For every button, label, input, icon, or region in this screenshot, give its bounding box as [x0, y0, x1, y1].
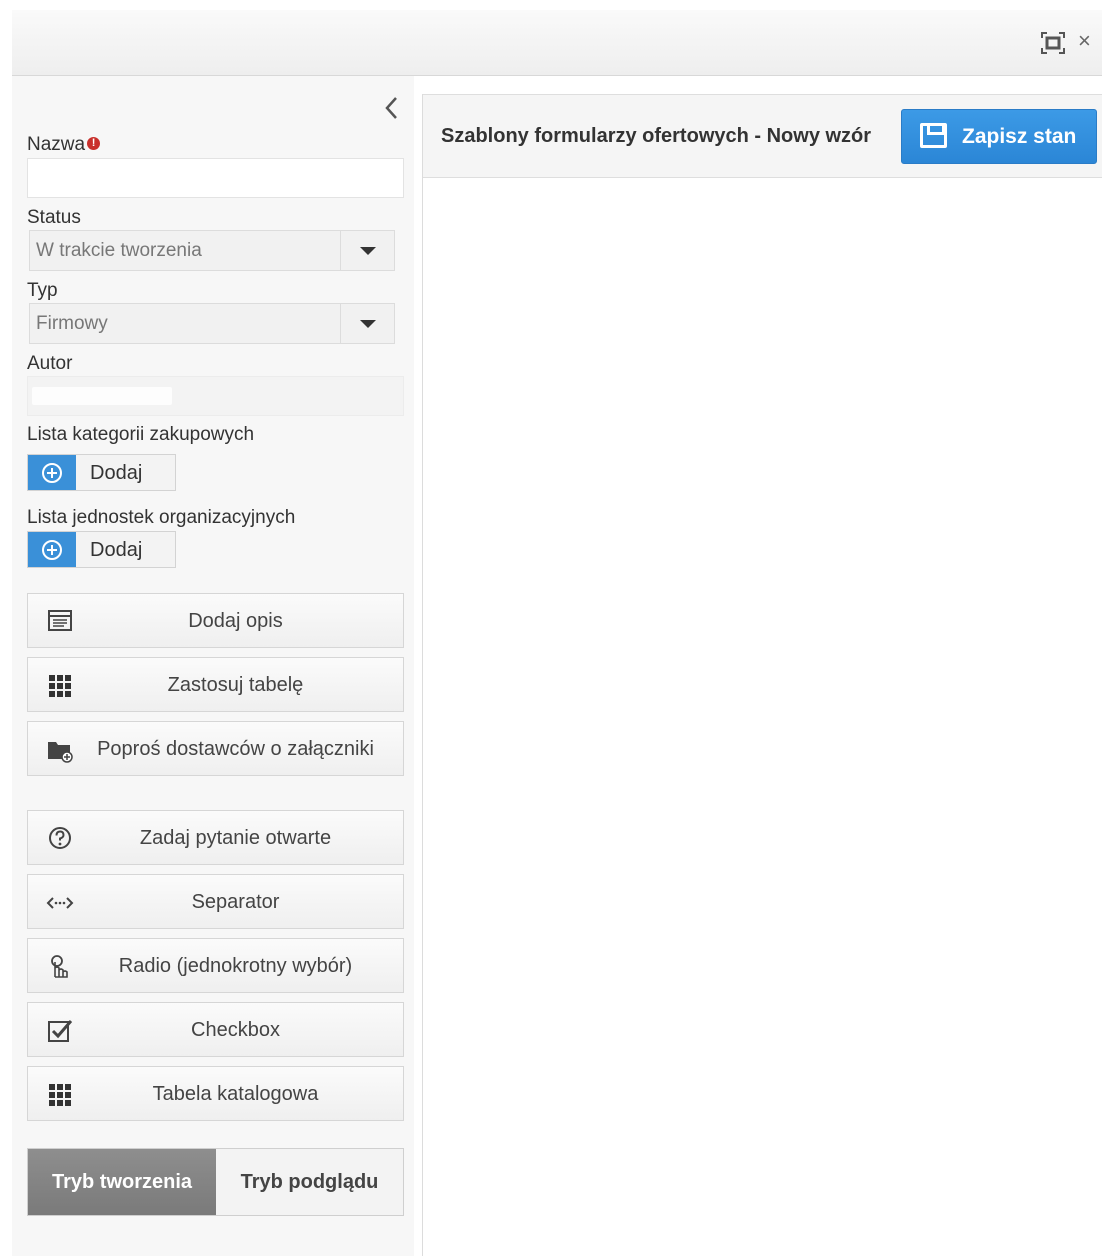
close-icon[interactable]: ×	[1078, 30, 1091, 52]
mode-toggle: Tryb tworzenia Tryb podglądu	[27, 1148, 404, 1216]
radio-button-tool[interactable]: Radio (jednokrotny wybór)	[27, 938, 404, 993]
add-description-label: Dodaj opis	[188, 609, 283, 632]
request-attachments-label: Poproś dostawców o załączniki	[97, 737, 374, 760]
floppy-disk-icon	[920, 123, 947, 148]
chevron-left-icon[interactable]	[380, 94, 404, 122]
save-state-label: Zapisz stan	[962, 125, 1077, 148]
add-category-plus	[28, 455, 76, 490]
separator-icon	[46, 897, 74, 909]
add-description-button[interactable]: Dodaj opis	[27, 593, 404, 648]
type-label: Typ	[27, 280, 58, 301]
add-unit-plus	[28, 532, 76, 567]
preview-mode-button[interactable]: Tryb podglądu	[216, 1149, 403, 1215]
separator-button[interactable]: Separator	[27, 874, 404, 929]
open-question-button[interactable]: Zadaj pytanie otwarte	[27, 810, 404, 865]
caret-down-icon	[360, 320, 376, 328]
maximize-icon[interactable]	[1040, 31, 1066, 55]
categories-label: Lista kategorii zakupowych	[27, 424, 255, 445]
status-select[interactable]: W trakcie tworzenia	[29, 230, 395, 271]
status-label: Status	[27, 207, 81, 228]
name-label: Nazwa!	[27, 134, 101, 156]
plus-circle-icon	[42, 463, 62, 483]
required-icon: !	[87, 137, 101, 150]
open-question-label: Zadaj pytanie otwarte	[139, 826, 332, 849]
apply-table-label: Zastosuj tabelę	[167, 673, 304, 696]
window-titlebar	[12, 10, 1102, 76]
add-category-label: Dodaj	[90, 462, 143, 484]
pointer-icon	[51, 955, 68, 978]
caret-down-icon	[360, 247, 376, 255]
checkbox-tool-label: Checkbox	[191, 1018, 280, 1041]
checkbox-icon	[48, 1020, 73, 1042]
apply-table-button[interactable]: Zastosuj tabelę	[27, 657, 404, 712]
plus-circle-icon	[42, 540, 62, 560]
grid-icon	[49, 1084, 71, 1106]
document-icon	[48, 610, 72, 631]
name-label-text: Nazwa	[27, 134, 86, 155]
status-value: W trakcie tworzenia	[36, 240, 202, 261]
create-mode-button[interactable]: Tryb tworzenia	[28, 1149, 216, 1215]
author-value	[32, 387, 172, 405]
name-input[interactable]	[27, 158, 404, 198]
editor-header: Szablony formularzy ofertowych - Nowy wz…	[423, 94, 1102, 178]
units-label: Lista jednostek organizacyjnych	[27, 507, 296, 528]
add-unit-label: Dodaj	[90, 539, 143, 561]
catalog-table-label: Tabela katalogowa	[152, 1082, 319, 1105]
request-attachments-button[interactable]: Poproś dostawców o załączniki	[27, 721, 404, 776]
folder-add-icon	[48, 742, 73, 763]
type-select[interactable]: Firmowy	[29, 303, 395, 344]
editor-panel: Szablony formularzy ofertowych - Nowy wz…	[422, 94, 1102, 1256]
radio-tool-label: Radio (jednokrotny wybór)	[118, 954, 353, 977]
left-panel: Nazwa! Status W trakcie tworzenia Typ Fi…	[12, 76, 414, 1256]
checkbox-tool-button[interactable]: Checkbox	[27, 1002, 404, 1057]
question-icon	[49, 827, 71, 849]
save-state-button[interactable]: Zapisz stan	[901, 109, 1097, 164]
add-category-button[interactable]: Dodaj	[27, 454, 176, 491]
page-title: Szablony formularzy ofertowych - Nowy wz…	[441, 125, 872, 147]
status-dropdown-toggle[interactable]	[340, 231, 394, 270]
author-label: Autor	[27, 353, 73, 374]
type-value: Firmowy	[36, 313, 108, 334]
grid-icon	[49, 675, 71, 697]
catalog-table-button[interactable]: Tabela katalogowa	[27, 1066, 404, 1121]
separator-label: Separator	[191, 890, 280, 913]
type-dropdown-toggle[interactable]	[340, 304, 394, 343]
add-unit-button[interactable]: Dodaj	[27, 531, 176, 568]
author-field	[27, 376, 404, 416]
